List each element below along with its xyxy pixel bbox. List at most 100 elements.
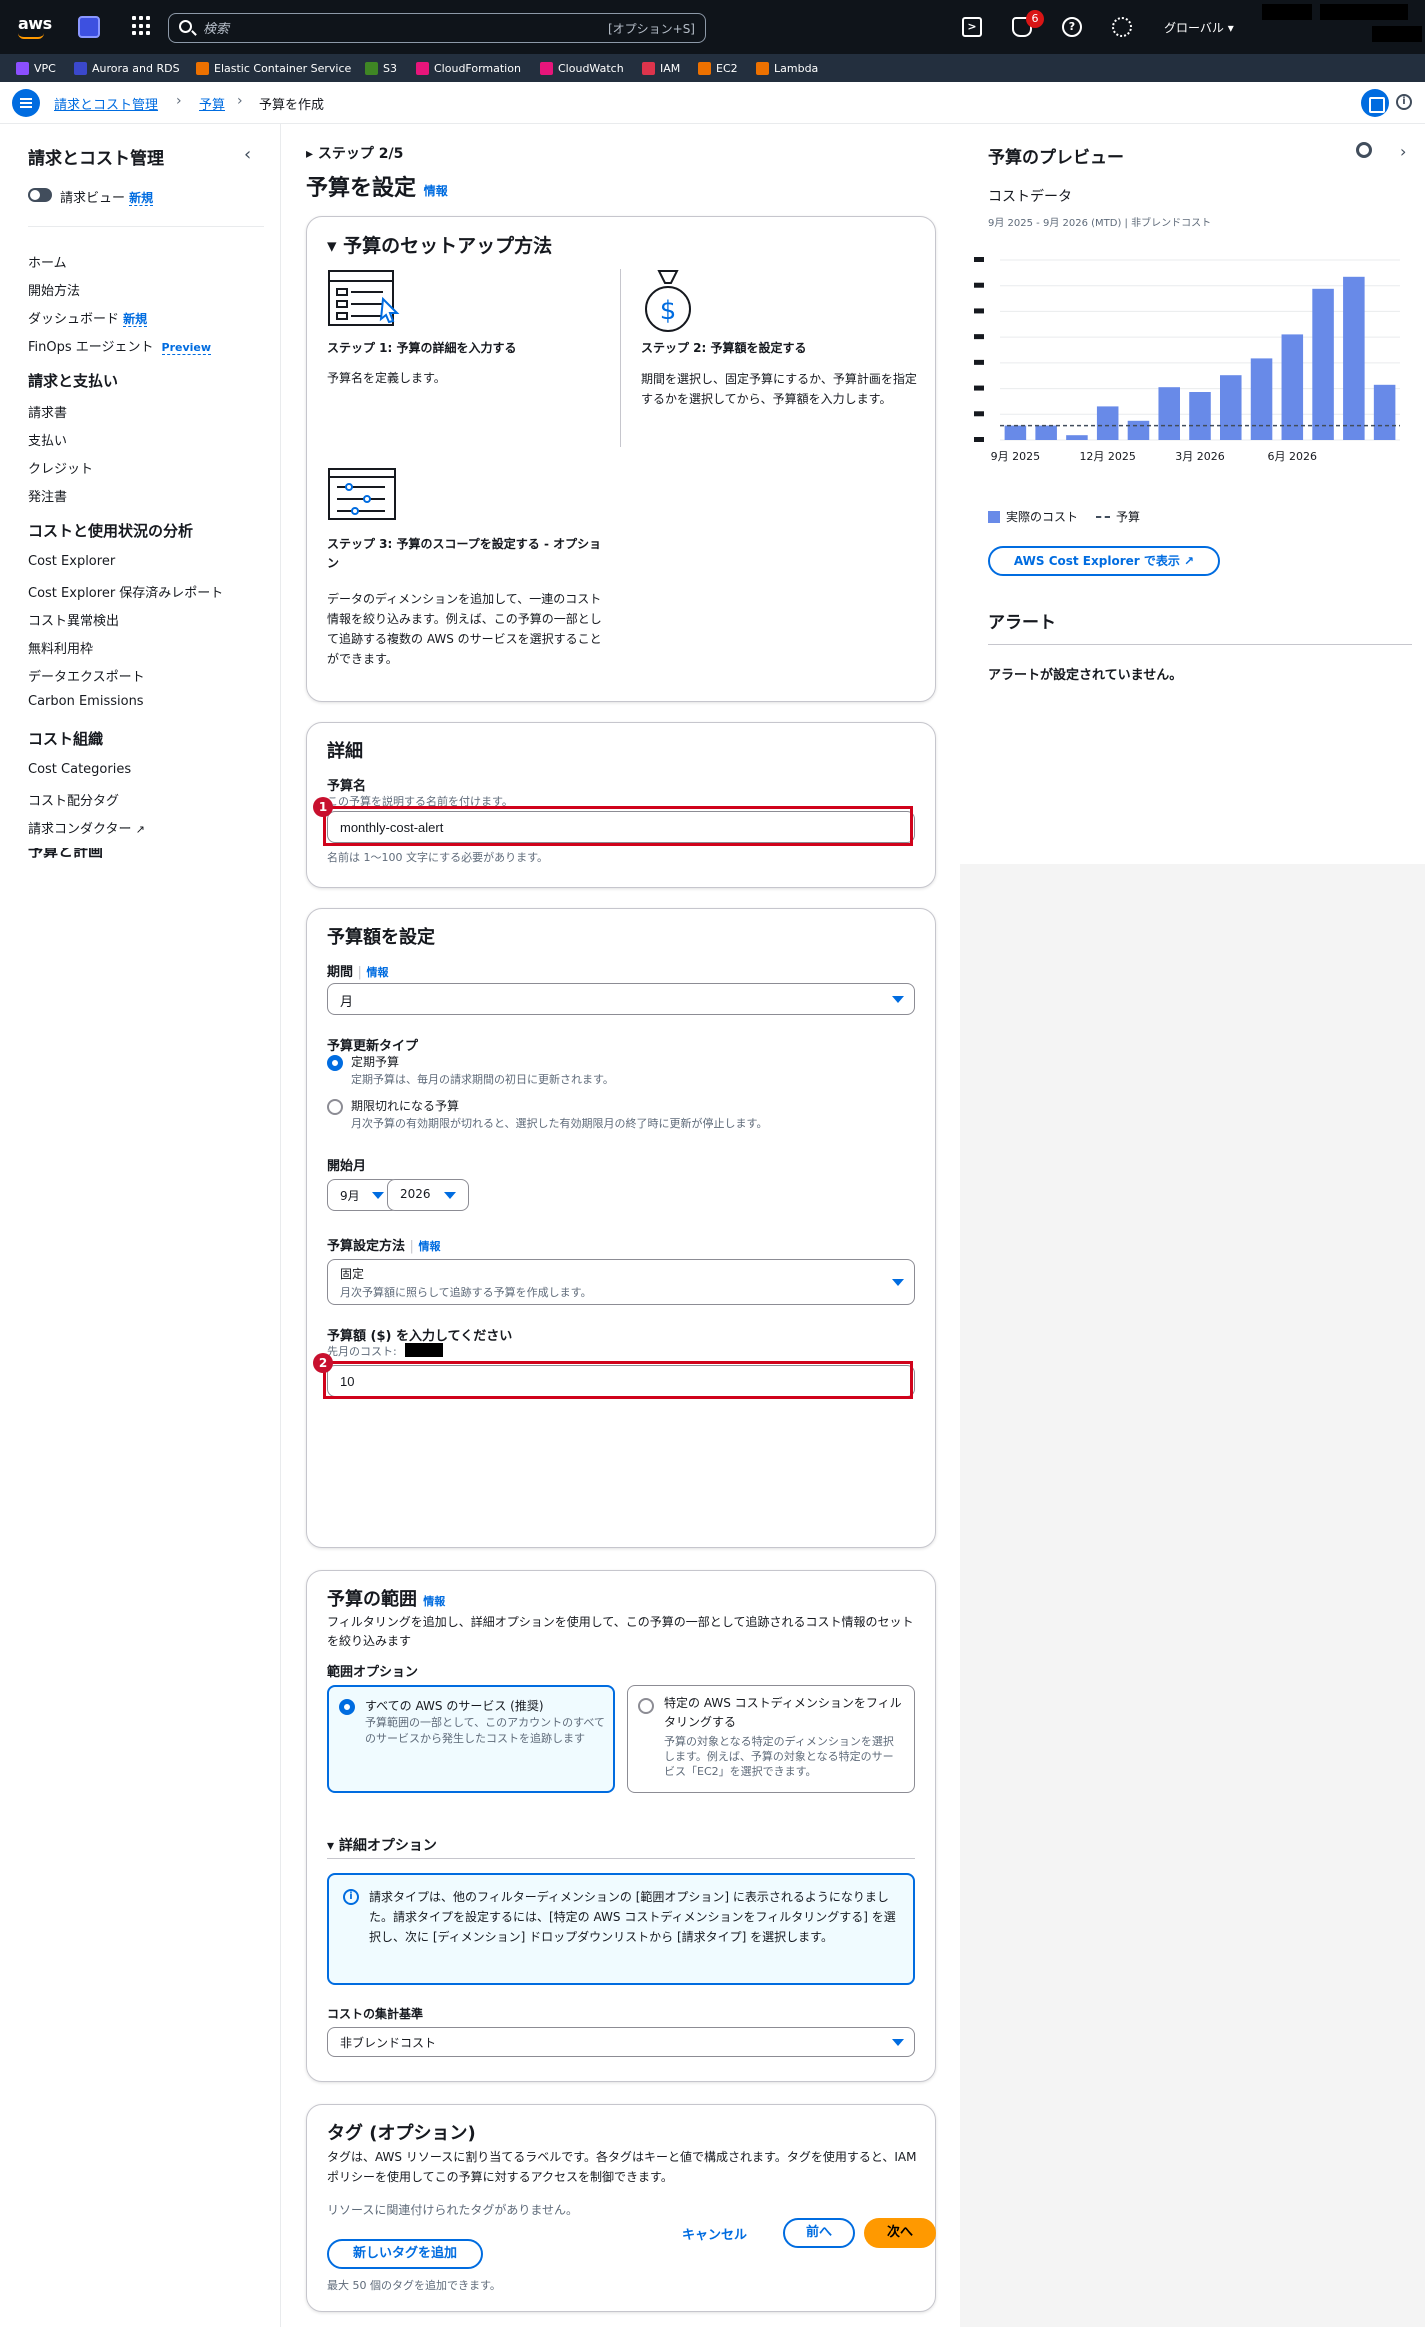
external-link-icon: ↗ — [135, 823, 145, 836]
y-tick-marker — [974, 359, 984, 365]
settings-gear-icon[interactable] — [1112, 17, 1132, 37]
sidebar-item-anomaly[interactable]: コスト異常検出 — [28, 610, 119, 629]
fav-label: Aurora and RDS — [92, 61, 180, 75]
option-all-services-tile[interactable]: すべての AWS のサービス (推奨) 予算範囲の一部として、このアカウントのす… — [327, 1685, 615, 1793]
info-link[interactable]: 情報 — [366, 966, 388, 979]
sidebar-item-allocation-tags[interactable]: コスト配分タグ — [28, 790, 119, 809]
setup-heading[interactable]: ▾ 予算のセットアップ方法 — [327, 231, 552, 258]
info-icon[interactable]: i — [1396, 94, 1412, 110]
next-button[interactable]: 次へ — [864, 2218, 936, 2248]
add-tag-button[interactable]: 新しいタグを追加 — [327, 2239, 483, 2269]
help-icon[interactable]: ? — [1062, 17, 1082, 37]
sidebar-item-carbon[interactable]: Carbon Emissions — [28, 694, 144, 709]
money-bag-icon: $ — [645, 270, 691, 332]
sidebar-item-data-exports[interactable]: データエクスポート — [28, 666, 145, 685]
sidebar-item-credits[interactable]: クレジット — [28, 458, 93, 477]
cost-bar[interactable] — [1066, 435, 1088, 440]
breadcrumb-billing[interactable]: 請求とコスト管理 — [54, 94, 158, 113]
cost-bar[interactable] — [1250, 358, 1273, 440]
fav-s3[interactable]: S3 — [365, 61, 397, 75]
option-filter-tile[interactable]: 特定の AWS コストディメンションをフィルタリングする 予算の対象となる特定の… — [627, 1685, 915, 1793]
expiring-radio[interactable] — [327, 1099, 343, 1115]
aws-logo[interactable]: aws — [18, 14, 52, 33]
sidebar-item-purchase-orders[interactable]: 発注書 — [28, 486, 67, 505]
cost-bar[interactable] — [1220, 375, 1242, 440]
aggregate-select[interactable]: 非ブレンドコスト — [327, 2027, 915, 2057]
step1-desc: 予算名を定義します。 — [327, 371, 446, 385]
step-number-badge: 2 — [313, 1353, 333, 1373]
fav-cloudformation[interactable]: CloudFormation — [416, 61, 521, 75]
sidebar-item-payments[interactable]: 支払い — [28, 430, 67, 449]
fav-iam[interactable]: IAM — [642, 61, 680, 75]
setup-heading-text: 予算のセットアップ方法 — [343, 235, 553, 257]
step1-title: ステップ 1: 予算の詳細を入力する — [327, 341, 517, 355]
sidebar-item-billing-conductor[interactable]: 請求コンダクター ↗ — [28, 818, 145, 837]
cost-bar[interactable] — [1373, 384, 1396, 440]
fav-label: EC2 — [716, 61, 738, 75]
sidebar-item-free-tier[interactable]: 無料利用枠 — [28, 638, 93, 657]
settings-gear-icon[interactable] — [1356, 142, 1372, 158]
cancel-button[interactable]: キャンセル — [682, 2224, 747, 2243]
sidebar-item-dashboard[interactable]: ダッシュボード 新規 — [28, 308, 148, 327]
billing-view-toggle[interactable] — [28, 188, 52, 202]
panel-background — [960, 864, 1425, 2327]
cost-bar[interactable] — [1312, 288, 1334, 440]
filter-dimension-radio[interactable] — [638, 1698, 654, 1714]
chevron-left-icon[interactable]: ‹ — [244, 144, 251, 165]
previous-button[interactable]: 前へ — [783, 2218, 855, 2248]
fav-lambda[interactable]: Lambda — [756, 61, 818, 75]
fav-label: CloudFormation — [434, 61, 521, 75]
info-link[interactable]: 情報 — [424, 184, 448, 198]
fav-rds[interactable]: Aurora and RDS — [74, 61, 180, 75]
cube-icon[interactable] — [78, 16, 100, 38]
fav-ecs[interactable]: Elastic Container Service — [196, 61, 351, 75]
region-selector[interactable]: グローバル ▾ — [1164, 19, 1234, 36]
info-link[interactable]: 情報 — [423, 1595, 445, 1608]
sidebar-item-cost-explorer[interactable]: Cost Explorer — [28, 554, 115, 569]
sidebar-item-getting-started[interactable]: 開始方法 — [28, 280, 80, 299]
cost-bar[interactable] — [1343, 276, 1365, 440]
cost-bar[interactable] — [1189, 392, 1211, 440]
method-select[interactable]: 固定 月次予算額に照らして追跡する予算を作成します。 — [327, 1259, 915, 1305]
tags-heading: タグ (オプション) — [327, 2123, 476, 2144]
breadcrumb-budgets[interactable]: 予算 — [199, 94, 225, 113]
fav-vpc[interactable]: VPC — [16, 61, 56, 75]
menu-icon[interactable] — [12, 89, 40, 117]
search-box[interactable]: [オプション+S] — [168, 13, 706, 43]
budget-name-label: 予算名 — [327, 779, 367, 794]
sidebar-item-cost-categories[interactable]: Cost Categories — [28, 762, 131, 777]
start-year-select[interactable]: 2026 — [387, 1179, 469, 1211]
period-select[interactable]: 月 — [327, 983, 915, 1015]
cost-bar[interactable] — [1127, 420, 1150, 440]
cost-bar[interactable] — [1035, 425, 1057, 440]
info-link[interactable]: 情報 — [418, 1240, 440, 1253]
cost-explorer-button[interactable]: AWS Cost Explorer で表示 ↗ — [988, 546, 1220, 576]
page-title-text: 予算を設定 — [306, 176, 417, 201]
advanced-options-toggle[interactable]: ▾ 詳細オプション — [327, 1835, 437, 1855]
cloudshell-icon[interactable]: > — [962, 17, 982, 37]
expiring-desc: 月次予算の有効期限が切れると、選択した有効期限月の終了時に更新が停止します。 — [351, 1117, 768, 1130]
sidebar-item-saved-reports[interactable]: Cost Explorer 保存済みレポート — [28, 582, 223, 601]
period-label-text: 期間 — [327, 965, 354, 980]
sidebar-item-bills[interactable]: 請求書 — [28, 402, 67, 421]
filters-illustration-icon — [328, 468, 396, 520]
cost-bar[interactable] — [1096, 406, 1119, 440]
redacted-account — [1262, 4, 1312, 20]
cost-bar[interactable] — [1158, 387, 1180, 440]
recurring-radio[interactable] — [327, 1055, 343, 1071]
chevron-right-icon[interactable]: › — [1400, 142, 1406, 161]
sidebar-item-finops[interactable]: FinOps エージェント Preview — [28, 336, 212, 355]
cost-bar[interactable] — [1004, 425, 1027, 440]
services-grid-icon[interactable] — [132, 16, 152, 36]
sidebar-item-label: ダッシュボード — [28, 312, 120, 327]
all-services-radio[interactable] — [339, 1699, 355, 1715]
split-panel-icon[interactable] — [1361, 89, 1389, 117]
advanced-options-text: 詳細オプション — [338, 1838, 437, 1854]
sidebar-item-home[interactable]: ホーム — [28, 252, 67, 271]
fav-ec2[interactable]: EC2 — [698, 61, 738, 75]
search-input[interactable] — [203, 18, 503, 38]
fav-cloudwatch[interactable]: CloudWatch — [540, 61, 624, 75]
info-icon: i — [343, 1889, 359, 1905]
cost-bar[interactable] — [1281, 334, 1304, 440]
breadcrumb: 請求とコスト管理 › 予算 › 予算を作成 i — [0, 82, 1425, 124]
